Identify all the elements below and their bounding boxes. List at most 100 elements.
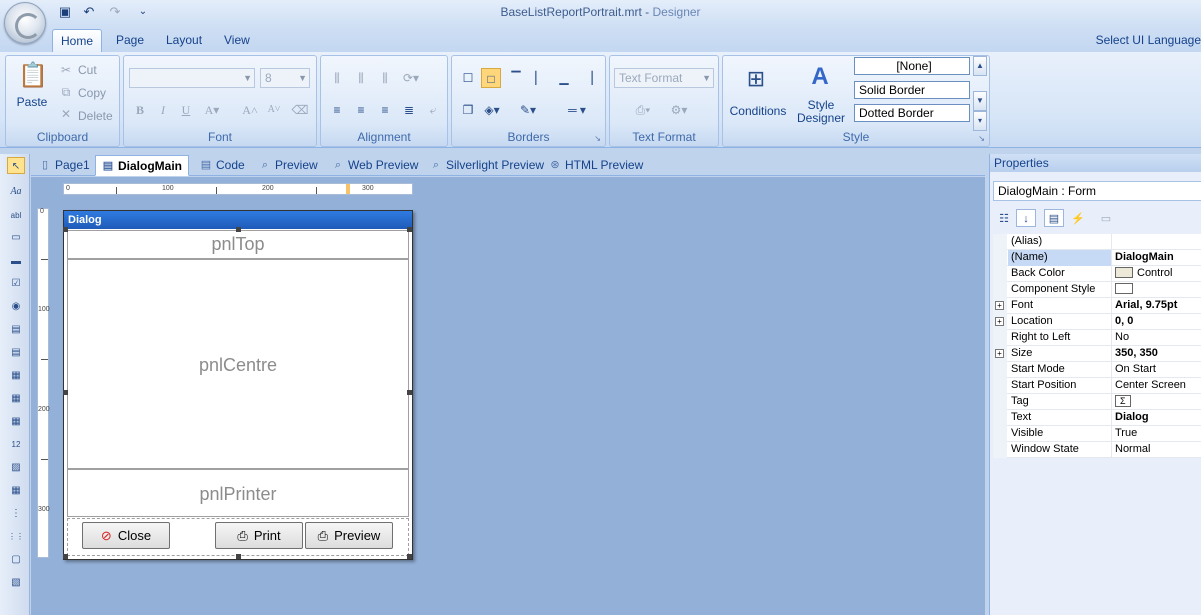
property-row[interactable]: + Font Arial, 9.75pt (993, 298, 1201, 314)
ribbon-tab-home[interactable]: Home (52, 29, 103, 52)
expand-icon[interactable]: + (995, 349, 1004, 358)
no-border-icon[interactable]: □ (481, 68, 501, 88)
property-row[interactable]: Start Mode On Start (993, 362, 1201, 378)
tab-page1[interactable]: ▯ Page1 (33, 155, 96, 176)
paste-button[interactable]: Paste (10, 96, 54, 109)
property-row[interactable]: + Location 0, 0 (993, 314, 1201, 330)
expand-icon[interactable]: + (995, 317, 1004, 326)
print-button[interactable]: ⎙ Print (215, 522, 303, 549)
listbox-tool-icon[interactable]: ▤ (7, 320, 25, 337)
format-settings-icon[interactable]: ⚙▾ (664, 100, 694, 120)
align-left-icon[interactable]: ≡ (327, 100, 347, 120)
style-more-icon[interactable]: ▾ (973, 111, 987, 131)
property-value[interactable]: 0, 0 (1113, 314, 1201, 330)
align-right-icon[interactable]: ≡ (375, 100, 395, 120)
align-top-icon[interactable]: ⫼ (327, 68, 347, 88)
conditions-button[interactable]: Conditions (727, 105, 789, 118)
property-value[interactable] (1113, 234, 1201, 250)
property-value[interactable]: Dialog (1113, 410, 1201, 426)
property-value[interactable]: On Start (1113, 362, 1201, 378)
textbox-tool-icon[interactable]: abl (7, 206, 25, 223)
tab-dialogmain[interactable]: ▤ DialogMain (95, 155, 190, 176)
dialog-form[interactable]: Dialog pnlTop pnlCentre pnlPrinter pn ⊘C… (63, 210, 413, 560)
property-row[interactable]: Right to Left No (993, 330, 1201, 346)
pnl-printer-panel[interactable]: pnlPrinter (67, 469, 409, 517)
groupbox-tool-icon[interactable]: ▭ (7, 228, 25, 245)
text-format-combo[interactable]: Text Format ▼ (614, 68, 714, 88)
format-options-icon[interactable]: ⎙▾ (628, 100, 658, 120)
property-row[interactable]: (Alias) (993, 234, 1201, 250)
picture-tool-icon[interactable]: ▨ (7, 458, 25, 475)
richtext-tool-icon[interactable]: ▧ (7, 573, 25, 590)
expand-icon[interactable]: + (995, 301, 1004, 310)
shrink-font-icon[interactable]: A˅ (264, 100, 284, 120)
copy-button[interactable]: Copy (78, 86, 106, 100)
property-row[interactable]: Component Style (993, 282, 1201, 298)
pointer-tool-icon[interactable]: ↖ (7, 157, 25, 174)
close-button[interactable]: ⊘ Close (82, 522, 170, 549)
style-item-dotted-border[interactable]: Dotted Border (854, 104, 970, 122)
border-style-icon[interactable]: ═ ▾ (556, 100, 598, 120)
radio-tool-icon[interactable]: ◉ (7, 297, 25, 314)
combobox-tool-icon[interactable]: ▤ (7, 343, 25, 360)
numeric-tool-icon[interactable]: 12 (7, 435, 25, 452)
resize-handle[interactable] (63, 227, 68, 232)
style-designer-button[interactable]: Style Designer (793, 99, 849, 125)
underline-icon[interactable]: U (176, 100, 196, 120)
events-icon[interactable]: ⚡ (1068, 209, 1088, 227)
property-row[interactable]: + Size 350, 350 (993, 346, 1201, 362)
word-wrap-icon[interactable]: ⤶ (423, 100, 443, 120)
table-tool-icon[interactable]: ▦ (7, 481, 25, 498)
top-border-icon[interactable]: ▔ (506, 68, 526, 88)
font-color-icon[interactable]: A▾ (202, 100, 222, 120)
grid-tool-icon[interactable]: ▦ (7, 412, 25, 429)
align-middle-icon[interactable]: ⫼ (351, 68, 371, 88)
redo-icon[interactable]: ↷ (106, 3, 124, 21)
lookup-tool-icon[interactable]: ▦ (7, 366, 25, 383)
style-scroll-up-icon[interactable]: ▲ (973, 56, 987, 76)
tab-code[interactable]: ▤ Code (194, 155, 251, 176)
border-color-icon[interactable]: ✎▾ (518, 100, 538, 120)
align-bottom-icon[interactable]: ⫼ (375, 68, 395, 88)
list-tool-icon[interactable]: ⋮⋮ (7, 527, 25, 544)
fill-color-icon[interactable]: ◈▾ (482, 100, 502, 120)
property-pages-icon[interactable]: ▭ (1096, 209, 1116, 227)
property-row[interactable]: Back Color Control (993, 266, 1201, 282)
style-item-solid-border[interactable]: Solid Border (854, 81, 970, 99)
property-row[interactable]: Visible True (993, 426, 1201, 442)
customize-quick-access-icon[interactable]: ⌄ (134, 3, 152, 21)
property-value[interactable]: DialogMain (1113, 250, 1201, 266)
ribbon-tab-page[interactable]: Page (108, 29, 152, 52)
justify-icon[interactable]: ≣ (399, 100, 419, 120)
resize-handle[interactable] (236, 227, 241, 232)
style-dialog-launcher-icon[interactable]: ↘ (978, 134, 985, 143)
panel-tool-icon[interactable]: ▢ (7, 550, 25, 567)
property-value[interactable]: Control (1113, 266, 1201, 282)
checkbox-tool-icon[interactable]: ☑ (7, 274, 25, 291)
resize-handle[interactable] (63, 554, 68, 559)
properties-icon[interactable]: ▤ (1044, 209, 1064, 227)
datetime-tool-icon[interactable]: ▦ (7, 389, 25, 406)
italic-icon[interactable]: I (153, 100, 173, 120)
application-menu-button[interactable] (4, 2, 46, 44)
save-icon[interactable]: ▣ (56, 3, 74, 21)
tab-html-preview[interactable]: ⊛ HTML Preview (543, 155, 649, 176)
resize-handle[interactable] (236, 554, 241, 559)
property-value[interactable]: Arial, 9.75pt (1113, 298, 1201, 314)
delete-button[interactable]: Delete (78, 109, 113, 123)
property-value[interactable]: Normal (1113, 442, 1201, 458)
grow-font-icon[interactable]: A˄ (240, 100, 260, 120)
property-row[interactable]: (Name) DialogMain (993, 250, 1201, 266)
ribbon-tab-layout[interactable]: Layout (158, 29, 210, 52)
tab-silverlight-preview[interactable]: ⌕ Silverlight Preview (424, 155, 550, 176)
bottom-border-icon[interactable]: ▁ (554, 68, 574, 88)
object-selector[interactable]: DialogMain : Form (993, 181, 1201, 201)
font-name-combo[interactable]: ▼ (129, 68, 255, 88)
select-ui-language-menu[interactable]: Select UI Language (1096, 33, 1201, 47)
resize-handle[interactable] (63, 390, 68, 395)
pnl-top-panel[interactable]: pnlTop (67, 230, 409, 259)
ribbon-tab-view[interactable]: View (216, 29, 258, 52)
preview-button[interactable]: ⎙ Preview (305, 522, 393, 549)
tree-tool-icon[interactable]: ⋮ (7, 504, 25, 521)
property-value[interactable]: No (1113, 330, 1201, 346)
